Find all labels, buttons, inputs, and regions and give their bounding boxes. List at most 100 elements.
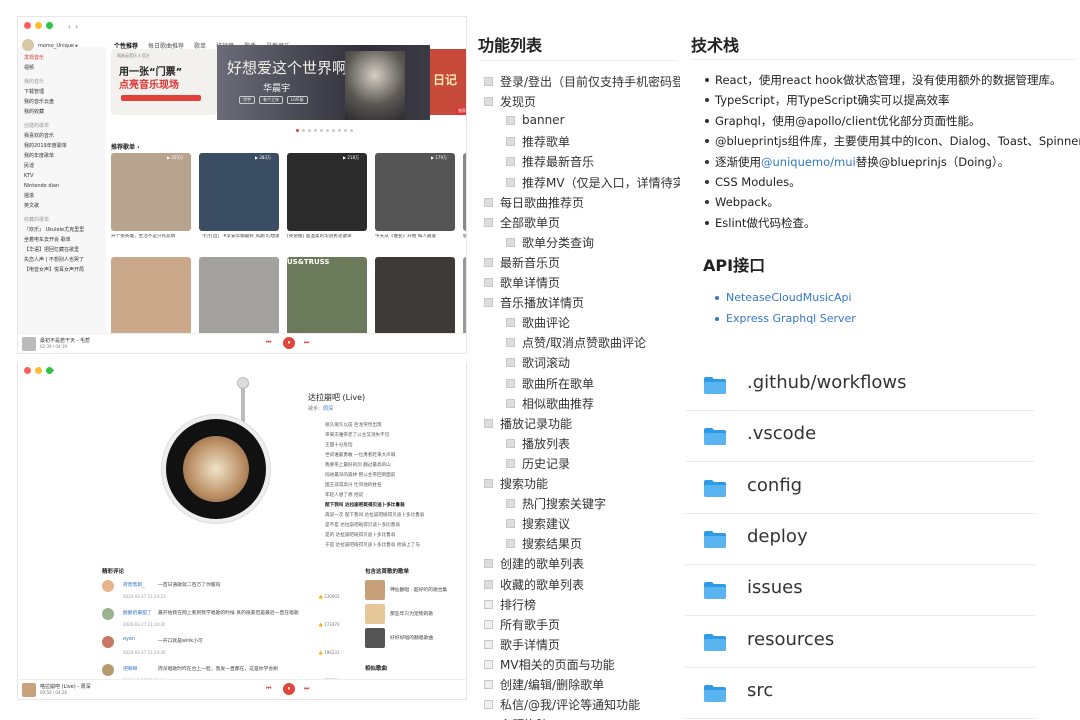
sidebar-item[interactable]: 英文歌: [24, 201, 106, 211]
folder-row[interactable]: deploy: [685, 514, 1035, 565]
api-link[interactable]: Express Graphql Server: [726, 312, 856, 325]
playlist-caption[interactable]: 极: [463, 234, 466, 240]
feature-checkbox[interactable]: [506, 157, 515, 167]
feature-checkbox[interactable]: [484, 680, 493, 689]
feature-checkbox[interactable]: [506, 438, 515, 448]
close-window-button[interactable]: [24, 22, 31, 29]
sidebar-item[interactable]: 『欢乐』 Ukulele尤克里里: [24, 225, 106, 235]
related-label[interactable]: 那些年只为宠物的歌: [390, 610, 465, 617]
feature-checkbox[interactable]: [484, 298, 493, 308]
playlist-cover[interactable]: [463, 257, 466, 335]
comment-like-button[interactable]: 👍 196233: [318, 650, 340, 655]
feature-checkbox[interactable]: [484, 197, 493, 207]
comment-like-button[interactable]: 👍 230002: [318, 594, 340, 599]
feature-checkbox[interactable]: [484, 418, 493, 428]
sidebar-item[interactable]: 摇滚: [24, 191, 106, 201]
feature-checkbox[interactable]: [484, 257, 493, 267]
feature-checkbox[interactable]: [506, 177, 515, 187]
sidebar-item[interactable]: 民谣: [24, 161, 106, 171]
comment-avatar[interactable]: [102, 580, 114, 592]
sidebar-item[interactable]: 【华语】把回忆藏在歌里: [24, 245, 106, 255]
sidebar-item[interactable]: 我的2019年度歌单: [24, 141, 106, 151]
related-label[interactable]: 神仙翻唱 · 超好听的歌合集: [390, 586, 465, 593]
feature-checkbox[interactable]: [506, 378, 515, 388]
sidebar-item[interactable]: 失恋人声 | 不想别人也哭了: [24, 255, 106, 265]
avatar[interactable]: [22, 39, 34, 51]
playlist-cover[interactable]: [375, 257, 455, 335]
feature-checkbox[interactable]: [506, 137, 515, 147]
sidebar-item[interactable]: 坐着电车去开会 歌单: [24, 235, 106, 245]
feature-checkbox[interactable]: [484, 278, 493, 287]
tech-link[interactable]: @uniquemo/mui: [761, 155, 856, 169]
related-cover[interactable]: [365, 580, 385, 600]
banner-dot[interactable]: [338, 129, 341, 132]
close-window-button-2[interactable]: [24, 367, 31, 374]
sidebar-item[interactable]: 发现音乐: [24, 53, 106, 63]
playlist-caption[interactable]: US&TRUSS: [287, 259, 367, 265]
feature-checkbox[interactable]: [506, 499, 515, 509]
comment-user[interactable]: 吧唧唧: [123, 665, 137, 672]
prev-button[interactable]: ⏮: [266, 339, 271, 347]
banner-dot[interactable]: [320, 129, 323, 132]
maximize-window-button[interactable]: [46, 22, 53, 29]
folder-row[interactable]: src: [685, 668, 1035, 719]
prev-button-2[interactable]: ⏮: [266, 685, 271, 693]
sidebar-item[interactable]: Nintendo dian: [24, 181, 106, 191]
playlist-cover[interactable]: [199, 153, 279, 231]
playlist-cover[interactable]: [287, 257, 367, 335]
banner-dot[interactable]: [302, 129, 305, 132]
banner-dot[interactable]: [308, 129, 311, 132]
collapse-icon[interactable]: ⌄: [50, 365, 56, 373]
sidebar-item[interactable]: KTV: [24, 171, 106, 181]
feature-checkbox[interactable]: [506, 115, 515, 125]
banner-dot[interactable]: [296, 129, 299, 132]
feature-checkbox[interactable]: [506, 398, 515, 408]
feature-checkbox[interactable]: [506, 338, 515, 348]
playlist-cover[interactable]: [111, 257, 191, 335]
playlist-cover[interactable]: [463, 153, 466, 231]
folder-row[interactable]: config: [685, 463, 1035, 514]
player-cover-2[interactable]: [22, 683, 36, 697]
player-cover[interactable]: [22, 337, 36, 351]
sidebar-item[interactable]: 视频: [24, 63, 106, 73]
folder-row[interactable]: .github/workflows: [685, 360, 1035, 411]
banner-dot[interactable]: [314, 129, 317, 132]
sidebar-item[interactable]: 我的音乐云盘: [24, 97, 106, 107]
playlist-cover[interactable]: [375, 153, 455, 231]
minimize-window-button-2[interactable]: [35, 367, 42, 374]
feature-checkbox[interactable]: [484, 659, 493, 669]
playlist-cover[interactable]: [199, 257, 279, 335]
comment-like-button[interactable]: 👍 172470: [318, 622, 340, 627]
related-cover[interactable]: [365, 628, 385, 648]
banner-center[interactable]: 好想爱这个世界啊 华晨宇 华宇 有个之年 LIVE版: [217, 45, 430, 120]
feature-checkbox[interactable]: [484, 599, 493, 609]
feature-checkbox[interactable]: [506, 237, 515, 247]
back-forward-icon[interactable]: ‹ ›: [68, 23, 78, 31]
comment-user[interactable]: 荷而鲁斯_: [123, 581, 145, 588]
section-title[interactable]: 推荐歌单 ›: [111, 142, 140, 151]
playlist-caption[interactable]: 「打打边」 ¥李安华都最好 岚期 幻想歌单: [199, 234, 279, 240]
folder-row[interactable]: .vscode: [685, 411, 1035, 463]
comment-avatar[interactable]: [102, 636, 114, 648]
banner-dot[interactable]: [332, 129, 335, 132]
comment-user[interactable]: 酸酸奶最甜了: [123, 609, 152, 616]
feature-checkbox[interactable]: [484, 77, 493, 86]
banner-dot[interactable]: [350, 129, 353, 132]
sidebar-item[interactable]: 我的年度歌单: [24, 151, 106, 161]
comment-avatar[interactable]: [102, 608, 114, 620]
feature-checkbox[interactable]: [506, 458, 515, 468]
comment-user[interactable]: Ryan: [123, 637, 135, 642]
feature-checkbox[interactable]: [506, 358, 515, 368]
feature-checkbox[interactable]: [506, 519, 515, 529]
sidebar-item[interactable]: 我喜欢的音乐: [24, 131, 106, 141]
feature-checkbox[interactable]: [484, 579, 493, 589]
sidebar-item[interactable]: 我的收藏: [24, 107, 106, 117]
related-label[interactable]: 好好好唱的翻唱歌曲: [390, 634, 465, 641]
banner-dot[interactable]: [344, 129, 347, 132]
feature-checkbox[interactable]: [484, 217, 493, 227]
banner-left[interactable]: 网易云音乐 x 官方 用一张“门票” 点亮音乐现场: [111, 49, 217, 115]
folder-row[interactable]: issues: [685, 565, 1035, 617]
feature-checkbox[interactable]: [484, 97, 493, 107]
play-pause-button[interactable]: ⏸: [283, 337, 295, 349]
banner-right[interactable]: 日记 独家: [430, 49, 466, 115]
